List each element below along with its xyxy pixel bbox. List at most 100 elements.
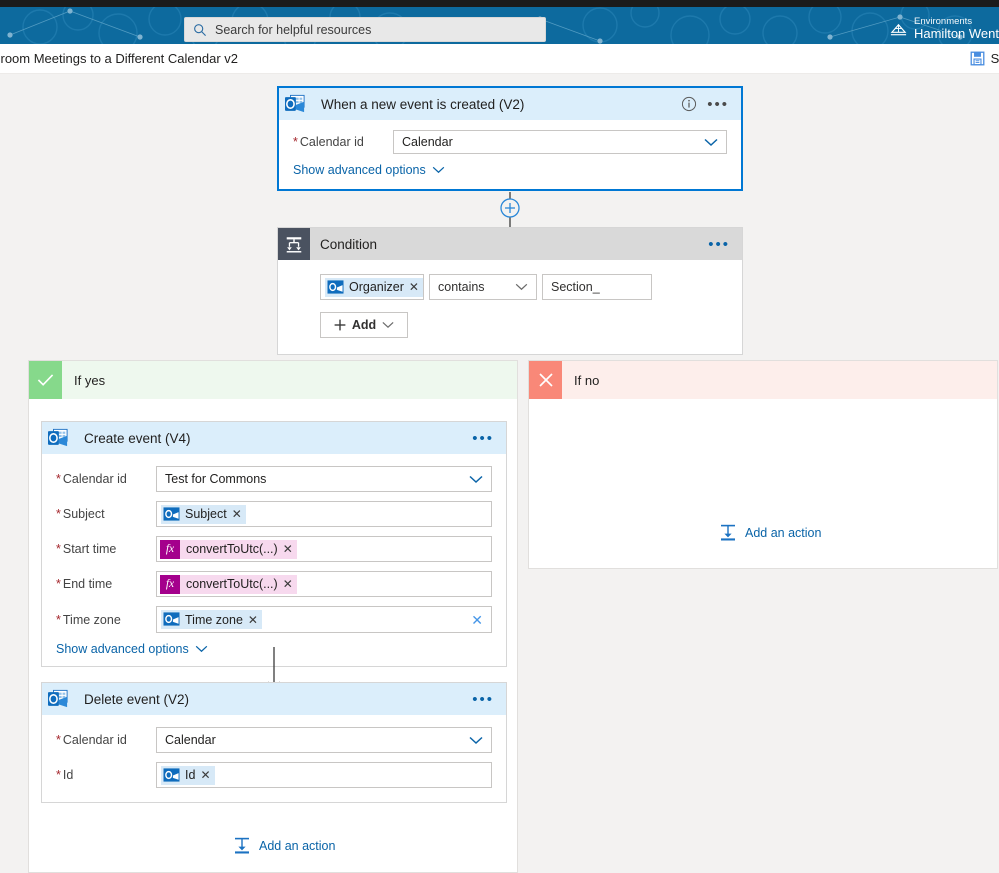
outlook-calendar-icon — [279, 88, 311, 120]
delete-event-card[interactable]: Delete event (V2) ••• * Calendar id Calen… — [41, 682, 507, 803]
trigger-card[interactable]: When a new event is created (V2) ••• * Ca… — [277, 86, 743, 191]
calendar-id-dropdown[interactable]: Calendar — [393, 130, 727, 154]
create-event-ellipsis-icon[interactable]: ••• — [472, 431, 494, 446]
dynamic-token-time-zone[interactable]: Time zone ✕ — [161, 610, 262, 629]
token-remove-icon[interactable]: ✕ — [283, 577, 293, 591]
delete-event-ellipsis-icon[interactable]: ••• — [472, 692, 494, 707]
token-remove-icon[interactable]: ✕ — [248, 613, 258, 627]
if-no-add-an-action[interactable]: Add an action — [719, 524, 821, 542]
token-remove-icon[interactable]: ✕ — [200, 768, 210, 782]
trigger-card-header[interactable]: When a new event is created (V2) ••• — [279, 88, 741, 120]
save-icon — [970, 51, 985, 66]
add-action-icon — [721, 524, 735, 541]
id-input[interactable]: Id ✕ — [156, 762, 492, 788]
add-an-action-label: Add an action — [745, 526, 822, 540]
clear-field-icon[interactable]: ✕ — [471, 613, 483, 627]
field-calendar-id: * Calendar id Test for Commons — [56, 466, 492, 492]
trigger-advanced-options[interactable]: Show advanced options — [293, 163, 727, 177]
expression-token-start-time[interactable]: fx convertToUtc(...) ✕ — [160, 539, 297, 559]
calendar-id-dropdown[interactable]: Test for Commons — [156, 466, 492, 492]
calendar-id-value: Calendar — [402, 135, 453, 149]
outlook-calendar-icon — [163, 506, 180, 523]
required-asterisk: * — [56, 542, 61, 556]
required-asterisk: * — [293, 135, 298, 149]
chevron-down-icon — [195, 645, 207, 653]
dynamic-token-organizer[interactable]: Organizer ✕ — [325, 277, 423, 297]
condition-ellipsis-icon[interactable]: ••• — [708, 237, 730, 252]
search-input[interactable]: Search for helpful resources — [184, 17, 546, 42]
environment-selector[interactable]: Environments Hamilton Went — [889, 13, 999, 44]
field-calendar-id: * Calendar id Calendar — [293, 130, 727, 154]
condition-left-operand[interactable]: Organizer ✕ — [320, 274, 424, 300]
branch-if-yes-header: If yes — [29, 361, 517, 399]
condition-value-input[interactable]: Section_ — [542, 274, 652, 300]
field-subject: * Subject Subject ✕ — [56, 501, 492, 527]
chevron-down-icon — [469, 475, 483, 483]
function-icon: fx — [160, 574, 180, 594]
token-label: convertToUtc(...) — [186, 542, 278, 556]
outlook-calendar-icon — [327, 279, 344, 296]
show-advanced-options-label: Show advanced options — [293, 163, 426, 177]
condition-add-button[interactable]: Add — [320, 312, 408, 338]
token-label: Organizer — [349, 280, 404, 294]
required-asterisk: * — [56, 612, 61, 627]
create-event-card-header[interactable]: Create event (V4) ••• — [42, 422, 506, 454]
outlook-calendar-icon — [42, 683, 74, 715]
end-time-input[interactable]: fx convertToUtc(...) ✕ — [156, 571, 492, 597]
outlook-calendar-icon — [163, 767, 180, 784]
condition-card-body: Organizer ✕ contains Section_ Add — [278, 260, 742, 354]
branch-if-no-label: If no — [574, 372, 600, 388]
condition-card[interactable]: Condition ••• Organizer ✕ contains Secti… — [277, 227, 743, 355]
start-time-input[interactable]: fx convertToUtc(...) ✕ — [156, 536, 492, 562]
token-remove-icon[interactable]: ✕ — [232, 507, 242, 521]
if-yes-add-an-action[interactable]: Add an action — [233, 837, 335, 855]
dynamic-token-subject[interactable]: Subject ✕ — [161, 504, 246, 524]
calendar-id-dropdown[interactable]: Calendar — [156, 727, 492, 753]
field-time-zone: * Time zone Time zone ✕ ✕ — [56, 606, 492, 633]
field-label: * Time zone — [56, 612, 121, 627]
calendar-id-value: Test for Commons — [165, 472, 267, 486]
close-icon — [529, 361, 562, 399]
outlook-calendar-icon — [42, 422, 74, 454]
environment-caption: Environments — [913, 15, 973, 27]
required-asterisk: * — [56, 733, 61, 747]
required-asterisk: * — [56, 507, 61, 521]
create-event-card[interactable]: Create event (V4) ••• * Calendar id Test … — [41, 421, 507, 667]
required-asterisk: * — [56, 472, 61, 486]
branch-if-no: If no Add an action — [528, 360, 998, 569]
condition-icon — [278, 228, 310, 260]
field-label: * Calendar id — [293, 135, 364, 149]
create-event-card-body: * Calendar id Test for Commons * Subject S… — [42, 454, 506, 666]
create-event-title: Create event (V4) — [84, 430, 191, 446]
field-label: * Subject — [56, 507, 105, 521]
field-label: * End time — [56, 577, 113, 591]
info-icon[interactable] — [681, 96, 697, 112]
delete-event-card-body: * Calendar id Calendar * Id Id ✕ — [42, 715, 506, 802]
token-label: convertToUtc(...) — [186, 577, 278, 591]
delete-event-card-header[interactable]: Delete event (V2) ••• — [42, 683, 506, 715]
field-label: * Calendar id — [56, 733, 127, 747]
command-bar: sroom Meetings to a Different Calendar v… — [0, 44, 999, 74]
required-asterisk: * — [56, 768, 61, 782]
token-label: Id — [185, 768, 196, 782]
condition-card-header[interactable]: Condition ••• — [278, 228, 742, 260]
save-label: Sav — [990, 51, 999, 66]
field-id: * Id Id ✕ — [56, 762, 492, 788]
condition-expression-row: Organizer ✕ contains Section_ — [320, 274, 728, 300]
condition-value-text: Section_ — [551, 280, 600, 294]
branch-if-no-header: If no — [529, 361, 997, 399]
token-remove-icon[interactable]: ✕ — [409, 280, 419, 294]
trigger-ellipsis-icon[interactable]: ••• — [707, 97, 729, 112]
condition-operator-dropdown[interactable]: contains — [429, 274, 537, 300]
condition-title: Condition — [320, 236, 378, 252]
search-placeholder-text: Search for helpful resources — [215, 22, 372, 37]
token-remove-icon[interactable]: ✕ — [283, 542, 293, 556]
save-button[interactable]: Sav — [970, 51, 999, 66]
subject-input[interactable]: Subject ✕ — [156, 501, 492, 527]
dynamic-token-id[interactable]: Id ✕ — [161, 765, 215, 785]
chevron-down-icon — [469, 736, 483, 744]
expression-token-end-time[interactable]: fx convertToUtc(...) ✕ — [160, 574, 297, 594]
time-zone-input[interactable]: Time zone ✕ ✕ — [156, 606, 492, 633]
trigger-card-body: * Calendar id Calendar Show advanced opti… — [279, 120, 741, 189]
field-label: * Id — [56, 768, 74, 782]
